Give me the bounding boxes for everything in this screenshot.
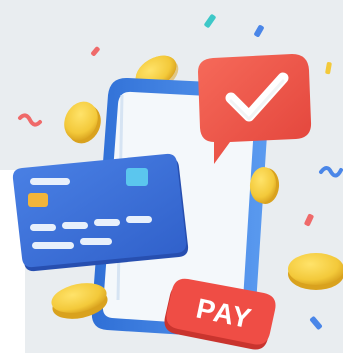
credit-card-icon	[12, 153, 189, 272]
payment-illustration: PAY	[0, 0, 343, 353]
coin-icon	[288, 253, 343, 290]
payment-illustration-graphic	[0, 0, 343, 353]
